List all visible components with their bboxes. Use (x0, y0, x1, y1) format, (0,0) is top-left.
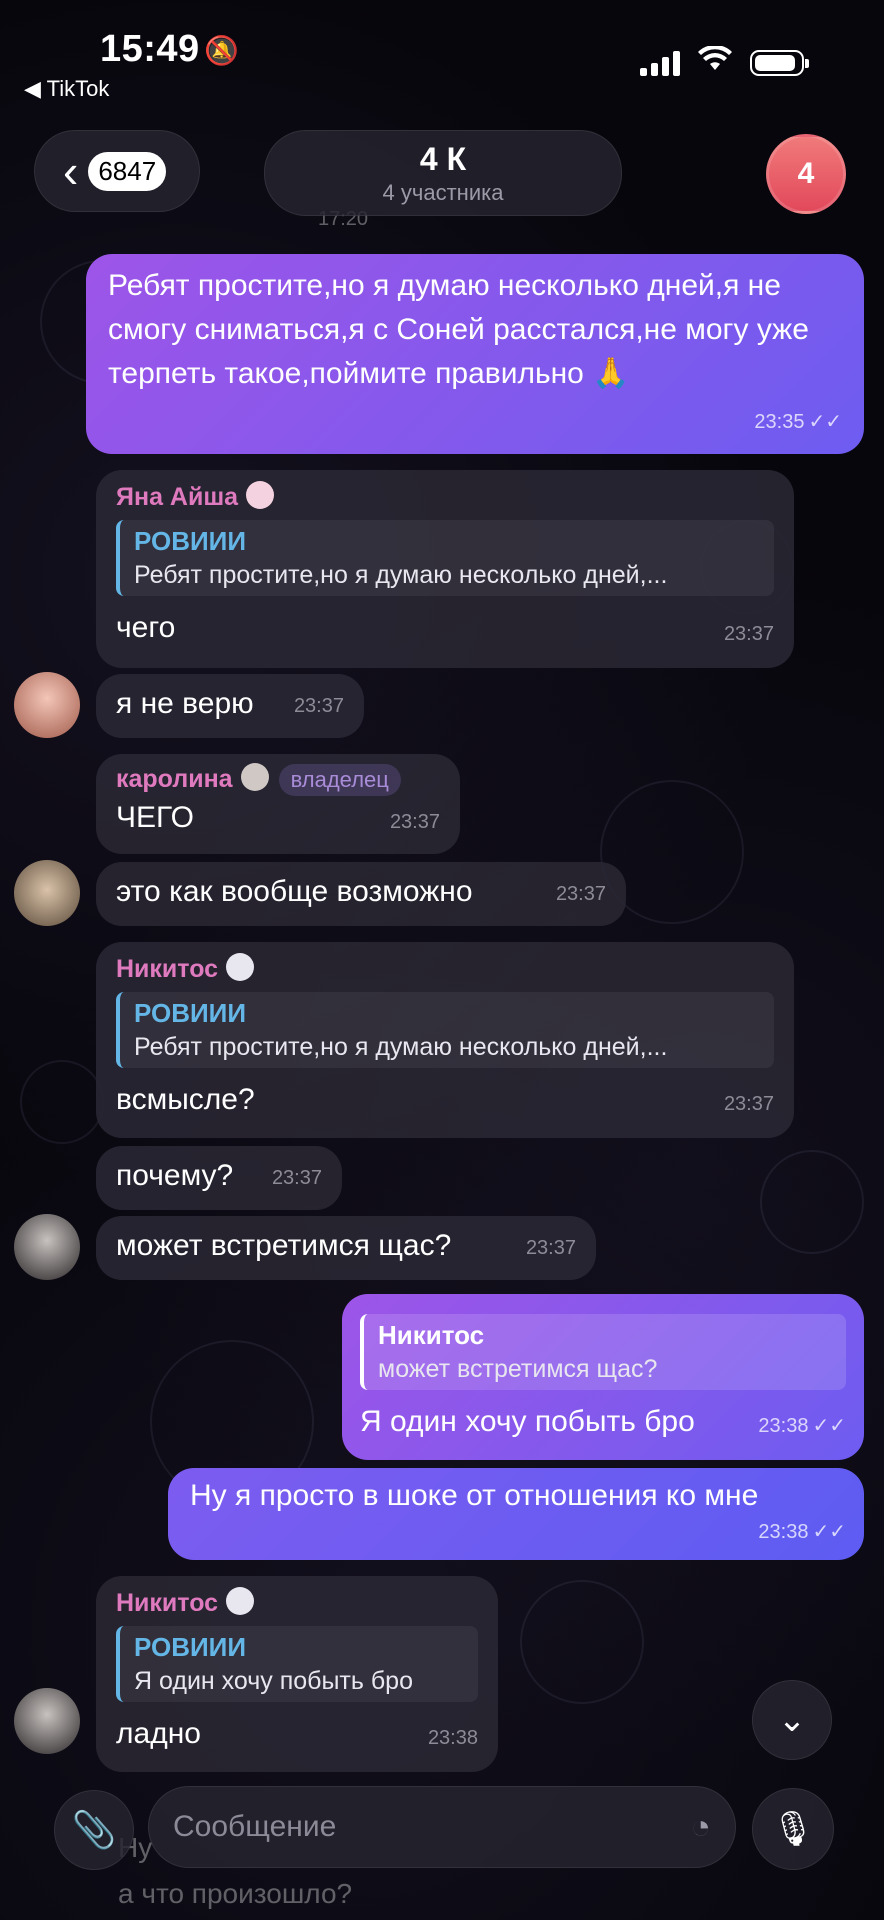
hello-kitty-emoji-icon (246, 481, 275, 509)
message-time: 23:35 (754, 411, 805, 433)
sender-name: Яна Айша (116, 480, 774, 514)
status-indicators (640, 44, 809, 80)
user-avatar[interactable] (14, 672, 80, 738)
star-emoji-icon (226, 1587, 255, 1615)
message-time: 23:38 (427, 1727, 478, 1749)
reply-author: РОВИИИ (134, 526, 247, 556)
back-to-app-link[interactable]: ◀ TikTok (24, 76, 109, 102)
chat-title-button[interactable]: 4 К 4 участника (264, 130, 622, 216)
sender-name: Никитос (116, 952, 774, 986)
message-time: 23:37 (723, 623, 774, 645)
message-input[interactable]: Сообщение ◔ (148, 1786, 736, 1868)
reply-text: Ребят простите,но я думаю несколько дней… (134, 1033, 668, 1061)
double-check-icon: ✓✓ (812, 1415, 846, 1437)
scroll-to-bottom-button[interactable]: ⌄ (752, 1680, 832, 1760)
message-text: может встретимся щас? (116, 1229, 452, 1262)
reply-text: Я один хочу побыть бро (134, 1667, 413, 1695)
reply-text: может встретимся щас? (378, 1355, 658, 1383)
message-text: я не верю (116, 687, 254, 720)
chevron-down-icon: ⌄ (777, 1701, 807, 1739)
status-time: 15:49 (100, 28, 200, 70)
message-bubble-outgoing[interactable]: Никитос может встретимся щас? Я один хоч… (342, 1294, 864, 1460)
sender-name: Никитос (116, 1586, 478, 1620)
message-time: 23:37 (293, 695, 344, 717)
reply-author: РОВИИИ (134, 998, 247, 1028)
message-text: ладно (116, 1717, 201, 1750)
reply-author: РОВИИИ (134, 1632, 247, 1662)
signal-icon (640, 50, 680, 76)
chat-subtitle: 4 участника (382, 180, 504, 205)
voice-record-button[interactable]: 🎙 (752, 1788, 834, 1870)
ghost-message: а что произошло? (118, 1878, 353, 1909)
message-bubble-incoming[interactable]: каролина владелец ЧЕГО 23:37 (96, 754, 460, 854)
reply-quote[interactable]: РОВИИИ Ребят простите,но я думаю несколь… (116, 520, 774, 596)
message-bubble-incoming[interactable]: я не верю 23:37 (96, 674, 364, 738)
chevron-left-icon: ‹ (63, 145, 79, 197)
message-time: 23:37 (271, 1167, 322, 1189)
message-time: 23:37 (723, 1093, 774, 1115)
reply-quote[interactable]: Никитос может встретимся щас? (360, 1314, 846, 1390)
sticker-emoji-icon (240, 763, 269, 791)
message-bubble-incoming[interactable]: Никитос РОВИИИ Ребят простите,но я думаю… (96, 942, 794, 1138)
message-text: Ребят простите,но я думаю несколько дней… (108, 269, 809, 390)
group-avatar[interactable]: 4 (766, 134, 846, 214)
attach-button[interactable]: 📎 (54, 1790, 134, 1870)
message-time: 23:37 (389, 811, 440, 833)
message-text: почему? (116, 1159, 234, 1192)
user-avatar[interactable] (14, 860, 80, 926)
message-bubble-incoming[interactable]: это как вообще возможно 23:37 (96, 862, 626, 926)
message-bubble-outgoing[interactable]: Ребят простите,но я думаю несколько дней… (86, 254, 864, 454)
message-bubble-incoming[interactable]: Яна Айша РОВИИИ Ребят простите,но я дума… (96, 470, 794, 668)
unread-count-badge: 6847 (88, 151, 167, 191)
reply-text: Ребят простите,но я думаю несколько дней… (134, 561, 668, 589)
message-text: всмысле? (116, 1083, 255, 1116)
reply-author: Никитос (378, 1320, 485, 1350)
chat-title: 4 К (419, 141, 467, 177)
message-text: Ну я просто в шоке от отношения ко мне (190, 1479, 759, 1512)
double-check-icon: ✓✓ (812, 1521, 846, 1543)
double-check-icon: ✓✓ (808, 411, 842, 433)
message-time: 23:38 (758, 1521, 809, 1543)
message-text: это как вообще возможно (116, 875, 473, 908)
message-text: чего (116, 611, 176, 644)
reply-quote[interactable]: РОВИИИ Я один хочу побыть бро (116, 1626, 478, 1702)
message-bubble-incoming[interactable]: Никитос РОВИИИ Я один хочу побыть бро ла… (96, 1576, 498, 1772)
message-bubble-incoming[interactable]: почему? 23:37 (96, 1146, 342, 1210)
message-time: 23:38 (758, 1415, 809, 1437)
sticker-icon[interactable]: ◔ (690, 1808, 711, 1847)
mute-icon: 🔕 (204, 35, 239, 66)
microphone-icon: 🎙 (771, 1810, 815, 1848)
user-avatar[interactable] (14, 1688, 80, 1754)
message-time: 23:37 (555, 883, 606, 905)
message-time: 23:37 (525, 1237, 576, 1259)
message-bubble-outgoing[interactable]: Ну я просто в шоке от отношения ко мне 2… (168, 1468, 864, 1560)
reply-quote[interactable]: РОВИИИ Ребят простите,но я думаю несколь… (116, 992, 774, 1068)
star-emoji-icon (226, 953, 255, 981)
message-placeholder: Сообщение (173, 1810, 337, 1843)
wifi-icon (698, 44, 732, 80)
user-avatar[interactable] (14, 1214, 80, 1280)
message-bubble-incoming[interactable]: может встретимся щас? 23:37 (96, 1216, 596, 1280)
battery-icon (750, 50, 809, 76)
back-button[interactable]: ‹ 6847 (34, 130, 200, 212)
owner-badge: владелец (278, 764, 401, 796)
sender-name: каролина владелец (116, 762, 440, 796)
paperclip-icon: 📎 (71, 1809, 117, 1850)
